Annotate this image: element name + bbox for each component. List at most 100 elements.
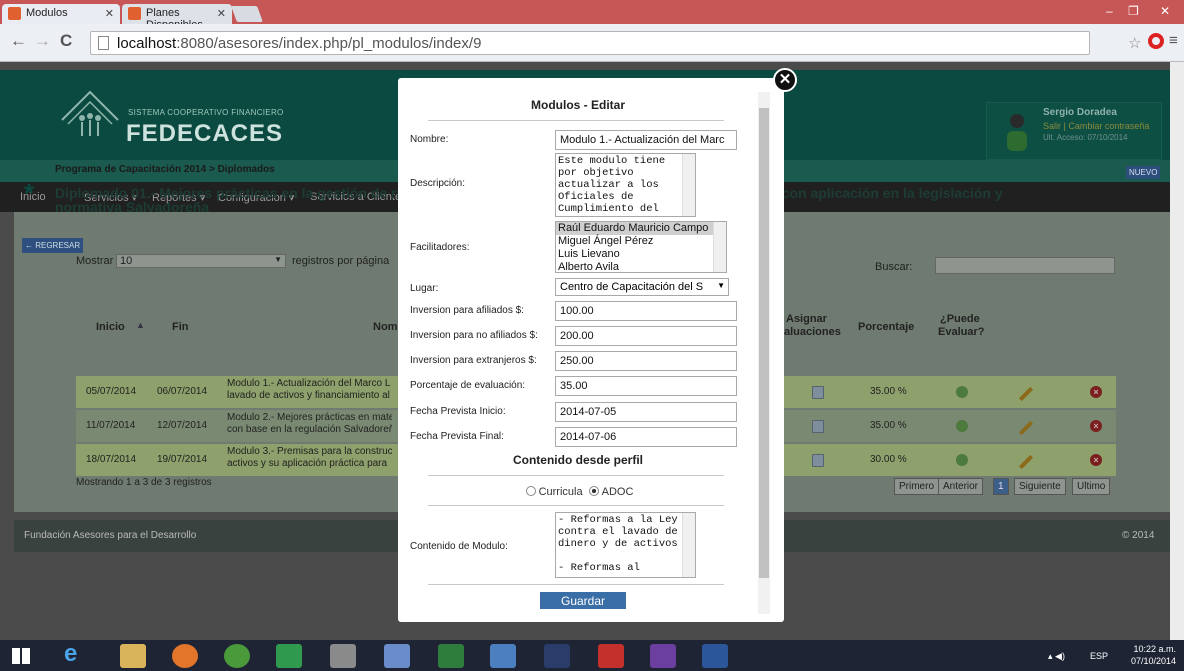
descripcion-text: Este modulo tiene por objetivo actualiza… (558, 155, 666, 215)
forward-icon[interactable]: → (34, 31, 51, 51)
store-icon[interactable] (276, 644, 302, 668)
contenido-label: Contenido de Modulo: (410, 541, 508, 552)
opera-icon[interactable] (1148, 33, 1164, 49)
sort-asc-icon: ▲ (136, 320, 145, 330)
lugar-select[interactable]: Centro de Capacitación del S ▼ (555, 278, 729, 296)
page-size-select[interactable]: 10 ▼ (116, 254, 286, 268)
close-tab-icon[interactable]: ✕ (217, 7, 226, 20)
tab-planes[interactable]: Planes Disponibles ✕ (122, 4, 232, 31)
check-icon[interactable] (956, 386, 968, 398)
reload-icon[interactable]: C (60, 31, 72, 51)
tool-icon[interactable] (330, 644, 356, 668)
page-1-button[interactable]: 1 (993, 478, 1009, 495)
col-inicio[interactable]: Inicio (96, 321, 125, 333)
taskbar: e (0, 640, 1184, 671)
fedecaces-logo-icon (61, 90, 119, 136)
regresar-button[interactable]: ← REGRESAR (22, 238, 84, 253)
clock[interactable]: 10:22 a.m. 07/10/2014 (1120, 643, 1176, 667)
new-tab-button[interactable] (231, 6, 263, 22)
close-window-icon[interactable]: ✕ (1160, 4, 1170, 18)
col-puede[interactable]: ¿Puede (940, 313, 980, 325)
app-icon[interactable] (544, 644, 570, 668)
app-icon[interactable] (384, 644, 410, 668)
close-modal-icon[interactable]: ✕ (773, 68, 797, 92)
col-asignar-2: aluaciones (784, 326, 841, 338)
page-last-button[interactable]: Ultimo (1072, 478, 1111, 495)
check-icon[interactable] (956, 420, 968, 432)
radio-adoc[interactable] (588, 486, 599, 496)
page-prev-button[interactable]: Anterior (938, 478, 984, 495)
page-first-button[interactable]: Primero (894, 478, 940, 495)
cell-nombre: Modulo 3.- Premisas para la construc (227, 446, 392, 457)
assign-evaluations-icon[interactable] (812, 420, 824, 433)
textarea-scrollbar[interactable] (682, 513, 695, 577)
assign-evaluations-icon[interactable] (812, 386, 824, 399)
visual-studio-icon[interactable] (650, 644, 676, 668)
guardar-button[interactable]: Guardar (540, 592, 626, 609)
close-tab-icon[interactable]: ✕ (105, 7, 114, 20)
list-item[interactable]: Luis Lievano (556, 248, 726, 261)
col-fin[interactable]: Fin (172, 321, 189, 333)
url-field[interactable]: localhost:8080/asesores/index.php/pl_mod… (90, 31, 1090, 55)
inv-no-afiliados-field[interactable]: 200.00 (555, 326, 737, 346)
minimize-icon[interactable]: – (1106, 4, 1113, 18)
assign-evaluations-icon[interactable] (812, 454, 824, 467)
bookmark-star-icon[interactable]: ☆ (1128, 34, 1141, 52)
fecha-inicio-field[interactable]: 2014-07-05 (555, 402, 737, 422)
records-info: Mostrando 1 a 3 de 3 registros (76, 477, 212, 488)
textarea-scrollbar[interactable] (682, 154, 695, 216)
col-nombre[interactable]: Nom (373, 321, 397, 333)
nuevo-button[interactable]: NUEVO (1126, 166, 1161, 179)
excel-icon[interactable] (438, 644, 464, 668)
maximize-icon[interactable]: ❐ (1128, 4, 1139, 18)
fecha-inicio-label: Fecha Prevista Inicio: (410, 406, 506, 417)
radio-curricula[interactable] (525, 486, 536, 496)
clock-time: 10:22 a.m. (1133, 644, 1176, 654)
delete-icon[interactable]: × (1090, 420, 1102, 432)
user-links[interactable]: Salir | Cambiar contraseña (1043, 121, 1149, 131)
tab-modulos[interactable]: Modulos ✕ (2, 4, 120, 24)
edit-modal: Modulos - Editar Nombre: Modulo 1.- Actu… (398, 78, 784, 622)
app-icon[interactable] (490, 644, 516, 668)
list-item[interactable]: Miguel Ángel Pérez (556, 235, 726, 248)
delete-icon[interactable]: × (1090, 386, 1102, 398)
search-input[interactable] (935, 257, 1115, 274)
firefox-icon[interactable] (172, 644, 198, 668)
inv-afiliados-field[interactable]: 100.00 (555, 301, 737, 321)
list-item[interactable]: Raúl Eduardo Mauricio Campo (556, 222, 726, 235)
windows-start-icon[interactable] (12, 648, 30, 664)
page-next-button[interactable]: Siguiente (1014, 478, 1066, 495)
modal-title: Modulos - Editar (531, 98, 625, 112)
tab-label: Modulos (26, 7, 68, 19)
filezilla-icon[interactable] (598, 644, 624, 668)
col-porcentaje[interactable]: Porcentaje (858, 321, 914, 333)
contenido-field[interactable]: - Reformas a la Ley contra el lavado de … (555, 512, 696, 578)
language-indicator[interactable]: ESP (1090, 651, 1108, 661)
user-panel: Sergio Doradea Salir | Cambiar contraseñ… (986, 102, 1162, 160)
menu-icon[interactable]: ≡ (1169, 32, 1178, 49)
chevron-down-icon: ▼ (717, 281, 725, 290)
inv-extranjeros-field[interactable]: 250.00 (555, 351, 737, 371)
col-asignar[interactable]: Asignar (786, 313, 827, 325)
modal-scrollbar[interactable] (758, 92, 770, 614)
check-icon[interactable] (956, 454, 968, 466)
list-item[interactable]: Alberto Avila (556, 261, 726, 272)
internet-explorer-icon[interactable]: e (64, 640, 90, 667)
listbox-scrollbar[interactable] (713, 222, 726, 272)
page-scrollbar[interactable] (1170, 62, 1184, 640)
descripcion-field[interactable]: Este modulo tiene por objetivo actualiza… (555, 153, 696, 217)
facilitadores-listbox[interactable]: Raúl Eduardo Mauricio Campo Miguel Ángel… (555, 221, 727, 273)
word-icon[interactable] (702, 644, 728, 668)
cell-inicio: 11/07/2014 (86, 420, 136, 431)
back-icon[interactable]: ← (10, 31, 27, 51)
modal-scroll-thumb[interactable] (759, 108, 769, 578)
chrome-icon[interactable] (224, 644, 250, 668)
volume-icon[interactable]: ▴ ◀) (1048, 651, 1065, 662)
delete-icon[interactable]: × (1090, 454, 1102, 466)
file-explorer-icon[interactable] (120, 644, 146, 668)
nombre-field[interactable]: Modulo 1.- Actualización del Marc (555, 130, 737, 150)
cell-nombre: activos y su aplicación práctica para (227, 458, 388, 469)
porcentaje-field[interactable]: 35.00 (555, 376, 737, 396)
fecha-final-field[interactable]: 2014-07-06 (555, 427, 737, 447)
mostrar-suffix: registros por página (292, 255, 390, 267)
